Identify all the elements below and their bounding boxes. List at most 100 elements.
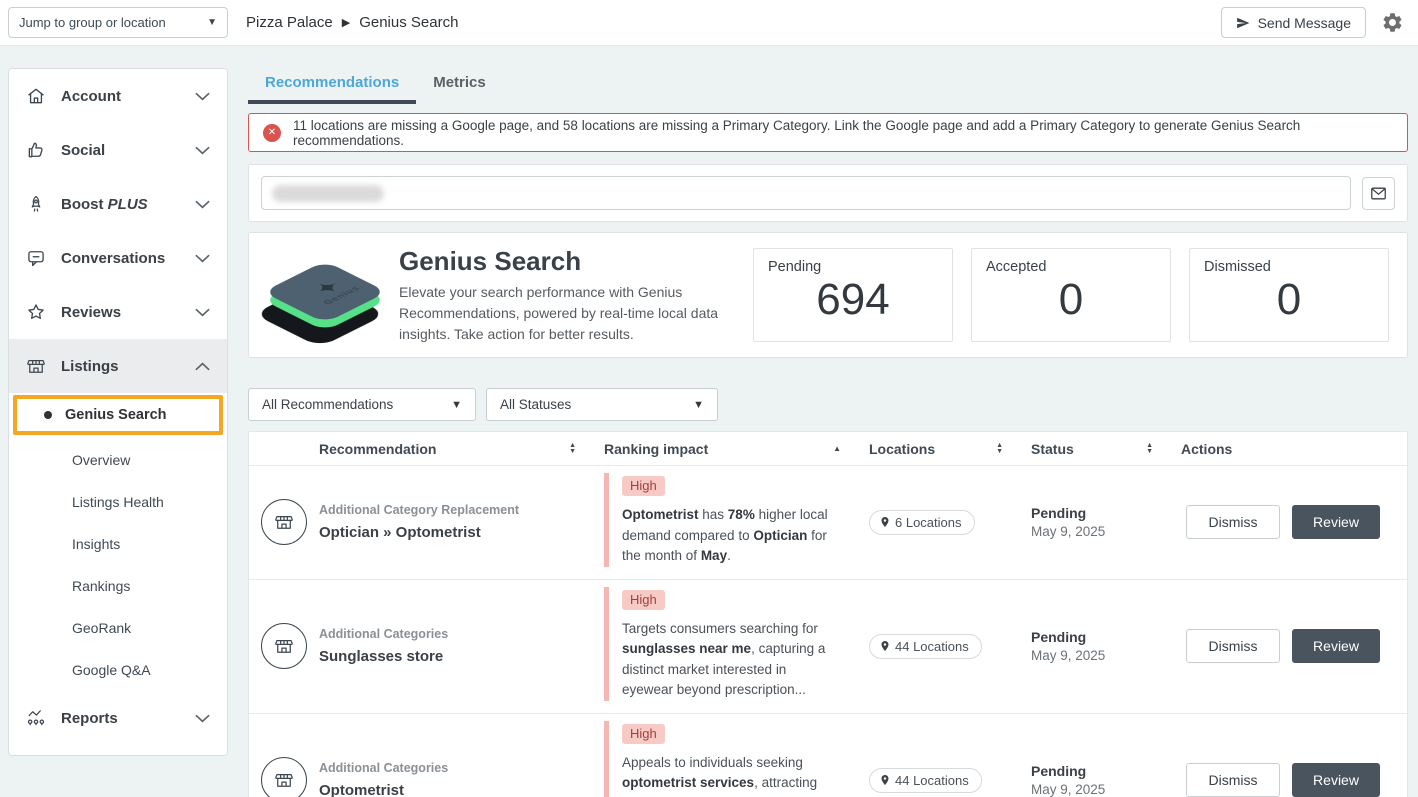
recommendation-name: Optometrist bbox=[319, 782, 584, 797]
locations-pill[interactable]: 44 Locations bbox=[869, 768, 982, 793]
chevron-down-icon bbox=[195, 200, 210, 209]
recommendations-table: Recommendation▲▼Ranking impact▲Locations… bbox=[248, 431, 1408, 797]
sidebar-item-listings-health[interactable]: Listings Health bbox=[9, 481, 227, 523]
tab-metrics[interactable]: Metrics bbox=[416, 68, 503, 104]
jump-to-group-select[interactable]: Jump to group or location ▼ bbox=[8, 7, 228, 38]
thumbs-up-icon bbox=[26, 140, 46, 160]
review-button[interactable]: Review bbox=[1292, 505, 1380, 539]
chevron-down-icon bbox=[195, 254, 210, 263]
stat-box-pending: Pending 694 bbox=[753, 248, 953, 342]
status-cell: Pending May 9, 2025 bbox=[1031, 580, 1181, 713]
sidebar-item-google-q-a[interactable]: Google Q&A bbox=[9, 649, 227, 691]
sidebar-item-social[interactable]: Social bbox=[9, 123, 227, 177]
recommendation-name: Sunglasses store bbox=[319, 648, 584, 665]
tab-recommendations[interactable]: Recommendations bbox=[248, 68, 416, 104]
genius-search-card: ✦ Genius Genius Search Elevate your sear… bbox=[248, 232, 1408, 358]
table-row: Additional Categories Optometrist High A… bbox=[249, 713, 1407, 797]
ranking-impact-cell: High Optometrist has 78% higher local de… bbox=[604, 466, 869, 579]
recommendation-filter-select[interactable]: All Recommendations ▼ bbox=[248, 388, 476, 421]
status-label: Pending bbox=[1031, 629, 1181, 645]
speech-bubble-icon bbox=[26, 248, 46, 268]
chart-icon bbox=[26, 708, 46, 728]
tab-bar: Recommendations Metrics bbox=[248, 68, 1408, 104]
breadcrumb-parent[interactable]: Pizza Palace bbox=[246, 14, 333, 31]
locations-pill[interactable]: 44 Locations bbox=[869, 634, 982, 659]
sidebar-item-reports[interactable]: Reports bbox=[9, 691, 227, 745]
sidebar-item-listings[interactable]: Listings bbox=[9, 339, 227, 393]
dismiss-button[interactable]: Dismiss bbox=[1186, 763, 1280, 797]
stat-box-accepted: Accepted 0 bbox=[971, 248, 1171, 342]
chevron-down-icon: ▼ bbox=[207, 17, 217, 28]
recommendation-type: Additional Category Replacement bbox=[319, 503, 584, 517]
top-bar: Jump to group or location ▼ Pizza Palace… bbox=[0, 0, 1418, 46]
recommendation-name: Optician » Optometrist bbox=[319, 524, 584, 541]
row-icon-cell bbox=[249, 714, 319, 797]
stats-row: Pending 694Accepted 0Dismissed 0 bbox=[753, 248, 1389, 342]
table-row: Additional Categories Sunglasses store H… bbox=[249, 579, 1407, 713]
search-input[interactable] bbox=[261, 176, 1351, 210]
column-header-status[interactable]: Status▲▼ bbox=[1031, 441, 1181, 457]
page-title: Genius Search bbox=[399, 246, 731, 277]
sidebar-item-genius-search-active[interactable]: Genius Search bbox=[13, 395, 223, 435]
active-bullet-icon bbox=[44, 411, 52, 419]
column-header-actions[interactable]: Actions bbox=[1181, 441, 1407, 457]
storefront-icon bbox=[261, 757, 307, 797]
redacted-input-value bbox=[272, 185, 384, 202]
impact-badge: High bbox=[622, 590, 665, 610]
send-message-button[interactable]: Send Message bbox=[1221, 7, 1366, 38]
chevron-down-icon bbox=[195, 92, 210, 101]
sidebar-item-overview[interactable]: Overview bbox=[9, 439, 227, 481]
dismiss-button[interactable]: Dismiss bbox=[1186, 629, 1280, 663]
column-header-recommendation[interactable]: Recommendation▲▼ bbox=[319, 441, 604, 457]
status-filter-select[interactable]: All Statuses ▼ bbox=[486, 388, 718, 421]
sidebar-item-reviews[interactable]: Reviews bbox=[9, 285, 227, 339]
pin-icon bbox=[879, 639, 891, 653]
sort-icon[interactable]: ▲▼ bbox=[996, 443, 1003, 455]
row-icon-cell bbox=[249, 466, 319, 579]
sidebar-item-georank[interactable]: GeoRank bbox=[9, 607, 227, 649]
jump-to-group-label: Jump to group or location bbox=[19, 15, 166, 30]
pin-icon bbox=[879, 773, 891, 787]
hero-text: Genius Search Elevate your search perfor… bbox=[399, 246, 731, 345]
error-banner-text: 11 locations are missing a Google page, … bbox=[293, 118, 1393, 148]
paper-plane-icon bbox=[1236, 16, 1250, 30]
review-button[interactable]: Review bbox=[1292, 763, 1380, 797]
sidebar-item-rankings[interactable]: Rankings bbox=[9, 565, 227, 607]
status-date: May 9, 2025 bbox=[1031, 524, 1181, 539]
ranking-impact-cell: High Appeals to individuals seeking opto… bbox=[604, 714, 869, 797]
actions-cell: Dismiss Review bbox=[1181, 714, 1407, 797]
main-content: Recommendations Metrics ✕ 11 locations a… bbox=[248, 68, 1408, 797]
chevron-down-icon: ▼ bbox=[693, 399, 704, 411]
actions-cell: Dismiss Review bbox=[1181, 580, 1407, 713]
storefront-icon bbox=[261, 623, 307, 669]
sidebar-item-account[interactable]: Account bbox=[9, 69, 227, 123]
hero-description: Elevate your search performance with Gen… bbox=[399, 282, 731, 345]
recommendation-cell: Additional Categories Optometrist bbox=[319, 714, 604, 797]
sidebar-item-conversations[interactable]: Conversations bbox=[9, 231, 227, 285]
impact-description: Targets consumers searching for sunglass… bbox=[622, 619, 834, 701]
recommendation-type: Additional Categories bbox=[319, 761, 584, 775]
sort-icon[interactable]: ▲▼ bbox=[1146, 443, 1153, 455]
envelope-button[interactable] bbox=[1362, 177, 1395, 210]
review-button[interactable]: Review bbox=[1292, 629, 1380, 663]
sidebar-item-boost[interactable]: Boost PLUS bbox=[9, 177, 227, 231]
status-date: May 9, 2025 bbox=[1031, 782, 1181, 797]
dismiss-button[interactable]: Dismiss bbox=[1186, 505, 1280, 539]
locations-pill[interactable]: 6 Locations bbox=[869, 510, 975, 535]
column-header-locations[interactable]: Locations▲▼ bbox=[869, 441, 1031, 457]
gear-icon[interactable] bbox=[1381, 11, 1404, 34]
actions-cell: Dismiss Review bbox=[1181, 466, 1407, 579]
stat-value: 0 bbox=[986, 275, 1156, 326]
chevron-down-icon bbox=[195, 308, 210, 317]
column-header-ranking-impact[interactable]: Ranking impact▲ bbox=[604, 441, 869, 457]
page-body: Account Social Boost PLUS Conversations … bbox=[0, 46, 1418, 797]
stat-box-dismissed: Dismissed 0 bbox=[1189, 248, 1389, 342]
sidebar-item-insights[interactable]: Insights bbox=[9, 523, 227, 565]
sort-asc-icon[interactable]: ▲ bbox=[833, 444, 841, 453]
sort-icon[interactable]: ▲▼ bbox=[569, 443, 576, 455]
stat-label: Pending bbox=[768, 259, 938, 275]
status-label: Pending bbox=[1031, 505, 1181, 521]
sidebar-nav-bottom: Reports bbox=[9, 691, 227, 745]
ranking-impact-cell: High Targets consumers searching for sun… bbox=[604, 580, 869, 713]
status-cell: Pending May 9, 2025 bbox=[1031, 714, 1181, 797]
